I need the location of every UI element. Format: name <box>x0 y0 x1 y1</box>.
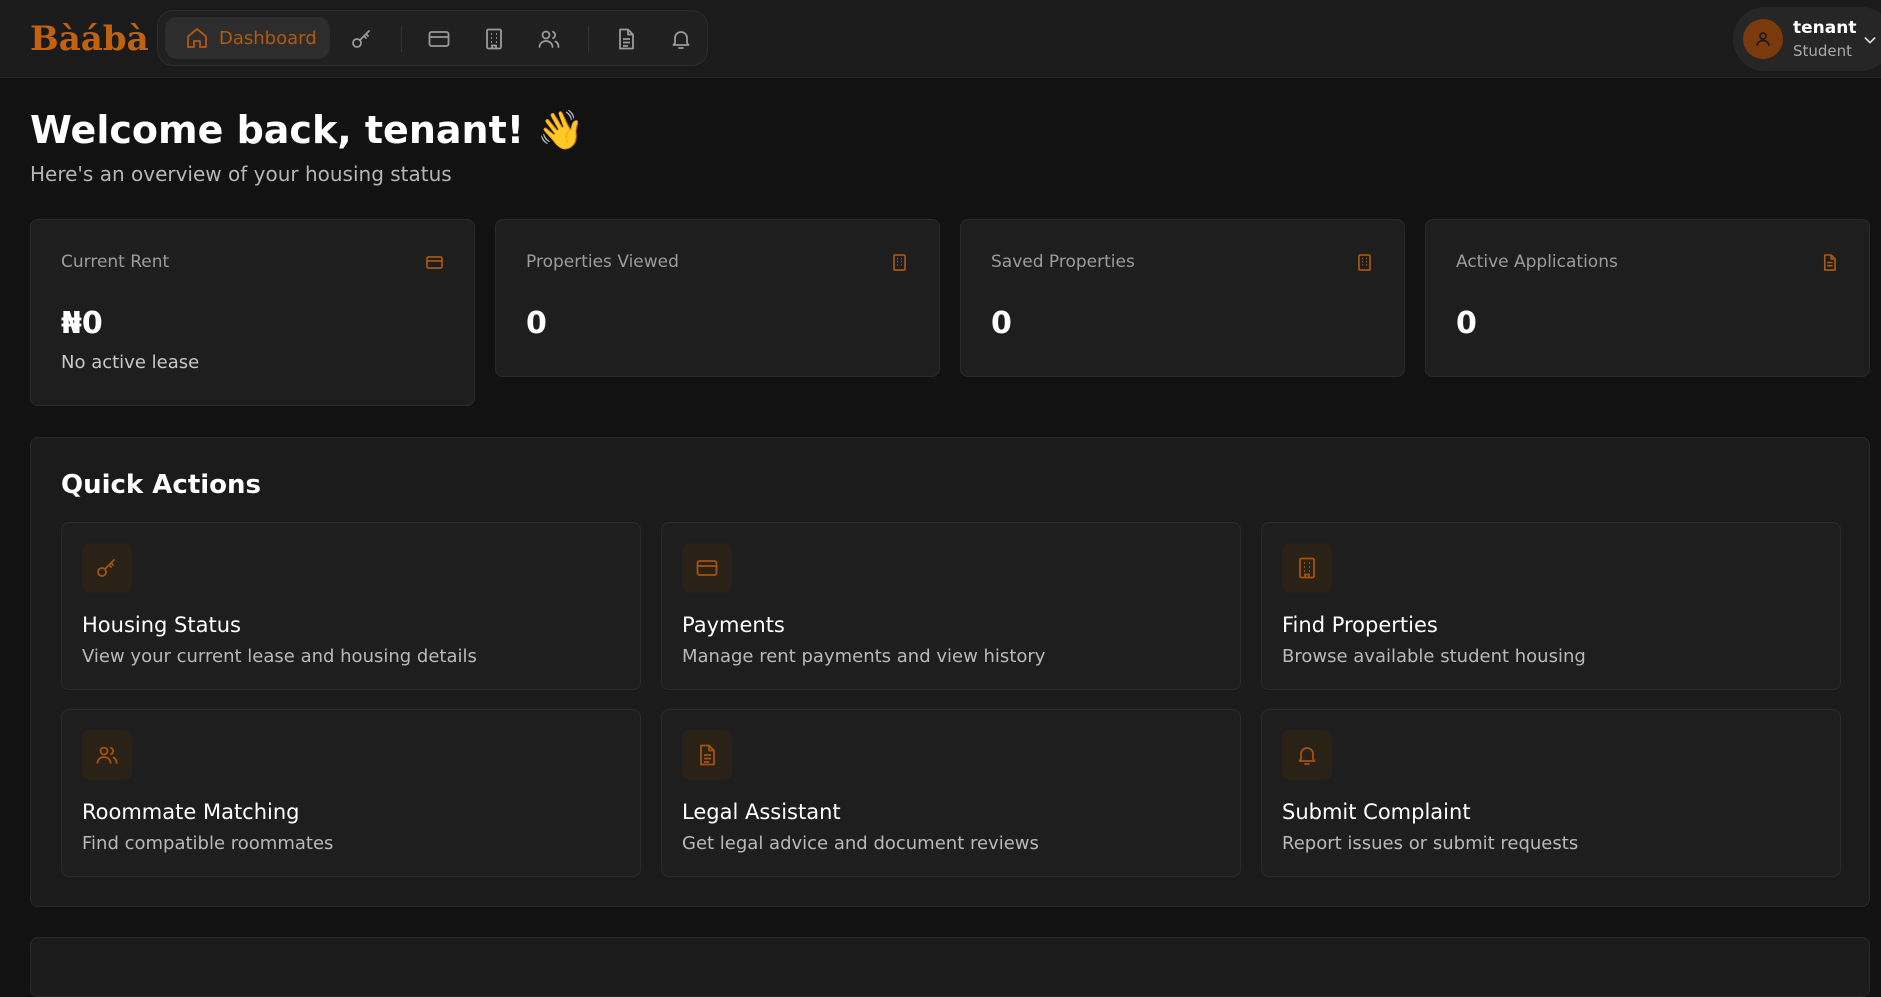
stat-label: Saved Properties <box>991 252 1135 272</box>
card-title: Payments <box>682 613 785 637</box>
stat-value: ₦0 <box>61 306 103 341</box>
document-icon <box>682 730 732 780</box>
users-icon[interactable] <box>537 27 561 51</box>
stat-card-saved-properties: Saved Properties 0 <box>960 219 1405 377</box>
quick-action-legal-assistant[interactable]: Legal Assistant Get legal advice and doc… <box>661 709 1241 877</box>
card-title: Find Properties <box>1282 613 1438 637</box>
home-icon <box>185 26 209 50</box>
quick-actions-panel: Quick Actions Housing Status View your c… <box>30 437 1870 907</box>
credit-card-icon[interactable] <box>427 27 451 51</box>
building-icon <box>1355 253 1374 272</box>
card-description: Find compatible roommates <box>82 833 334 854</box>
user-role: Student <box>1793 42 1853 60</box>
stat-value: 0 <box>991 306 1012 341</box>
quick-action-roommate-matching[interactable]: Roommate Matching Find compatible roomma… <box>61 709 641 877</box>
quick-action-payments[interactable]: Payments Manage rent payments and view h… <box>661 522 1241 690</box>
bell-icon <box>1282 730 1332 780</box>
users-icon <box>82 730 132 780</box>
page-title: Welcome back, tenant! 👋 <box>30 108 585 152</box>
building-icon <box>890 253 909 272</box>
building-icon <box>1282 543 1332 593</box>
brand-logo[interactable]: Bàábà <box>30 18 149 60</box>
credit-card-icon <box>425 253 444 272</box>
stat-card-active-applications: Active Applications 0 <box>1425 219 1870 377</box>
stat-label: Current Rent <box>61 252 170 272</box>
key-icon[interactable] <box>350 27 374 51</box>
quick-action-submit-complaint[interactable]: Submit Complaint Report issues or submit… <box>1261 709 1841 877</box>
stat-label: Properties Viewed <box>526 252 679 272</box>
stat-value: 0 <box>1456 306 1477 341</box>
building-icon[interactable] <box>482 27 506 51</box>
card-description: Get legal advice and document reviews <box>682 833 1039 854</box>
user-name: tenant <box>1793 18 1857 38</box>
page-subtitle: Here's an overview of your housing statu… <box>30 162 452 186</box>
nav-dashboard-button[interactable]: Dashboard <box>165 17 330 59</box>
avatar <box>1743 19 1783 59</box>
card-description: View your current lease and housing deta… <box>82 646 477 667</box>
nav-divider <box>401 26 402 52</box>
card-title: Submit Complaint <box>1282 800 1471 824</box>
section-title: Quick Actions <box>61 470 262 500</box>
user-menu[interactable]: tenant Student <box>1733 7 1881 71</box>
stat-note: No active lease <box>61 352 200 373</box>
chevron-down-icon[interactable] <box>1862 32 1878 48</box>
document-icon <box>1820 253 1839 272</box>
nav-divider <box>588 26 589 52</box>
stat-value: 0 <box>526 306 547 341</box>
stat-card-current-rent: Current Rent ₦0 No active lease <box>30 219 475 406</box>
card-description: Browse available student housing <box>1282 646 1586 667</box>
credit-card-icon <box>682 543 732 593</box>
next-section-panel <box>30 937 1870 997</box>
document-icon[interactable] <box>614 27 638 51</box>
top-navbar: Bàábà Dashboard tenant Student <box>0 0 1881 78</box>
card-title: Roommate Matching <box>82 800 300 824</box>
quick-action-housing-status[interactable]: Housing Status View your current lease a… <box>61 522 641 690</box>
stat-label: Active Applications <box>1456 252 1618 272</box>
nav-dashboard-label: Dashboard <box>219 27 317 49</box>
card-description: Manage rent payments and view history <box>682 646 1046 667</box>
card-title: Legal Assistant <box>682 800 841 824</box>
quick-action-find-properties[interactable]: Find Properties Browse available student… <box>1261 522 1841 690</box>
bell-icon[interactable] <box>669 27 693 51</box>
stat-card-properties-viewed: Properties Viewed 0 <box>495 219 940 377</box>
card-title: Housing Status <box>82 613 241 637</box>
main-nav: Dashboard <box>157 10 708 66</box>
card-description: Report issues or submit requests <box>1282 833 1579 854</box>
key-icon <box>82 543 132 593</box>
